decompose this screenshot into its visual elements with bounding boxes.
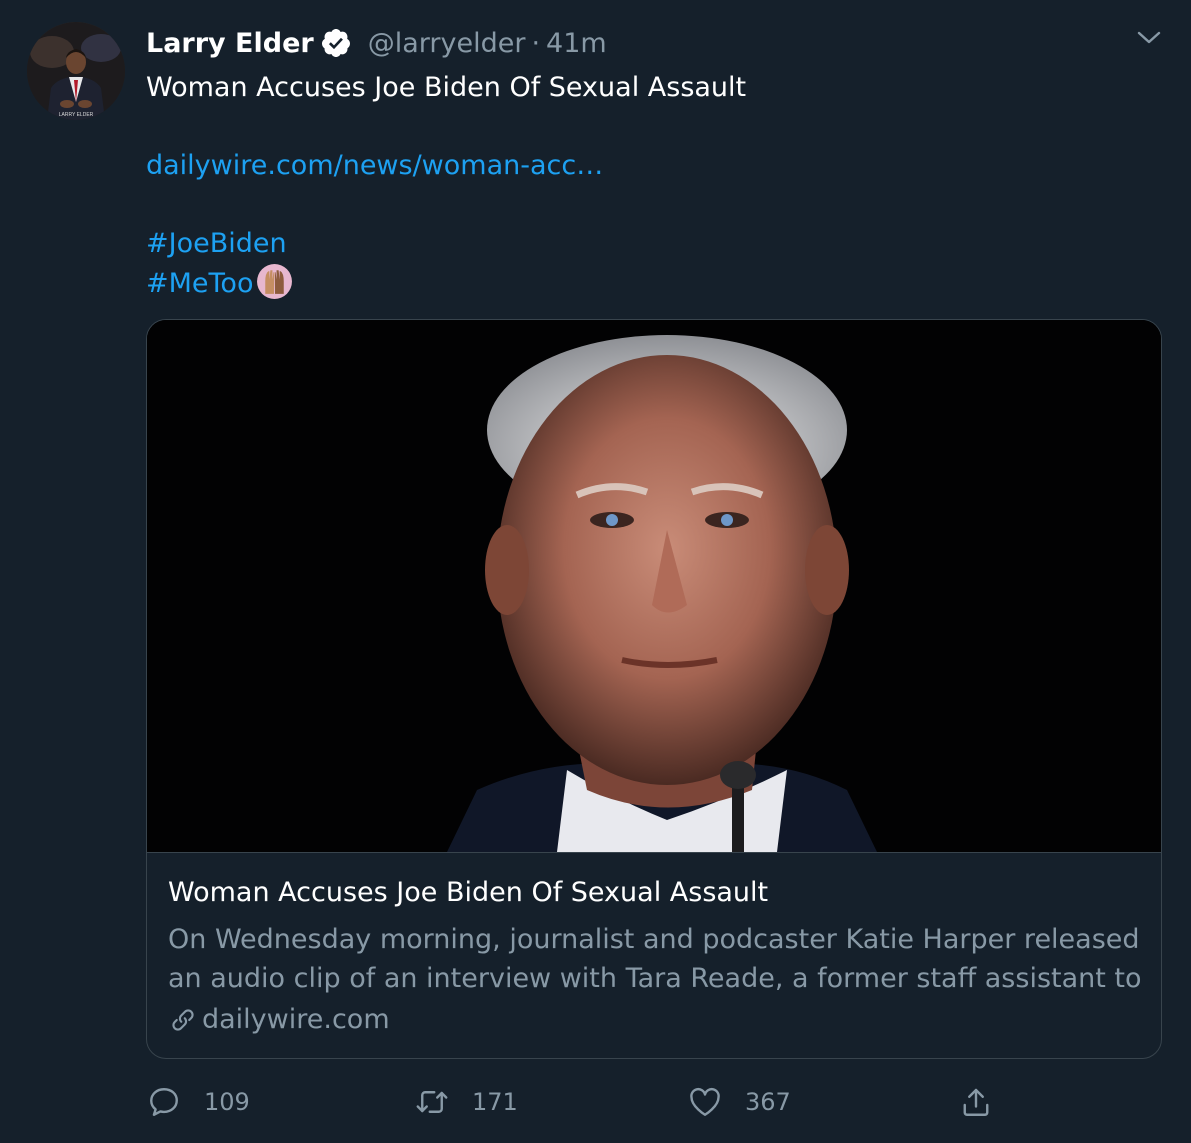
link-card[interactable]: Woman Accuses Joe Biden Of Sexual Assaul… [146, 319, 1162, 1059]
reply-count: 109 [204, 1088, 250, 1116]
heart-icon [690, 1087, 720, 1116]
like-count: 367 [745, 1088, 791, 1116]
share-icon [963, 1088, 989, 1116]
portrait-photo [147, 320, 1161, 852]
reply-button[interactable]: 109 [146, 1080, 250, 1124]
verified-badge-icon [321, 29, 350, 57]
share-button[interactable] [958, 1080, 994, 1124]
avatar-caption: LARRY ELDER [59, 112, 94, 118]
card-description-line: an audio clip of an interview with Tara … [168, 963, 1143, 994]
display-name[interactable]: Larry Elder [146, 28, 314, 59]
hashtag-joebiden[interactable]: #JoeBiden [146, 228, 287, 259]
tweet-header: Larry Elder @larryelder · 41m [146, 26, 607, 60]
retweet-count: 171 [472, 1088, 518, 1116]
reply-icon [150, 1088, 178, 1116]
tweet-link[interactable]: dailywire.com/news/woman-acc… [146, 150, 603, 181]
link-icon [172, 1008, 194, 1031]
author-handle[interactable]: @larryelder [368, 28, 526, 59]
hashtag-metoo[interactable]: #MeToo [146, 268, 253, 299]
tweet-text: Woman Accuses Joe Biden Of Sexual Assaul… [146, 68, 1146, 302]
like-button[interactable]: 367 [687, 1080, 791, 1124]
tweet-actions: 109 171 367 [146, 1080, 1162, 1124]
card-description-line: On Wednesday morning, journalist and pod… [168, 924, 1140, 955]
avatar-image: LARRY ELDER [27, 22, 125, 120]
card-title: Woman Accuses Joe Biden Of Sexual Assaul… [168, 877, 769, 908]
timestamp[interactable]: 41m [546, 28, 607, 59]
chevron-down-icon[interactable] [1136, 26, 1162, 48]
avatar[interactable]: LARRY ELDER [27, 22, 125, 120]
raised-hands-emoji-icon [257, 264, 293, 299]
retweet-button[interactable]: 171 [414, 1080, 518, 1124]
card-domain: dailywire.com [168, 1004, 390, 1035]
tweet-body: Woman Accuses Joe Biden Of Sexual Assaul… [146, 72, 747, 103]
separator-dot: · [531, 27, 541, 59]
card-image [147, 320, 1161, 853]
card-description: On Wednesday morning, journalist and pod… [168, 920, 1143, 998]
retweet-icon [416, 1091, 448, 1113]
card-domain-text: dailywire.com [202, 1004, 390, 1035]
